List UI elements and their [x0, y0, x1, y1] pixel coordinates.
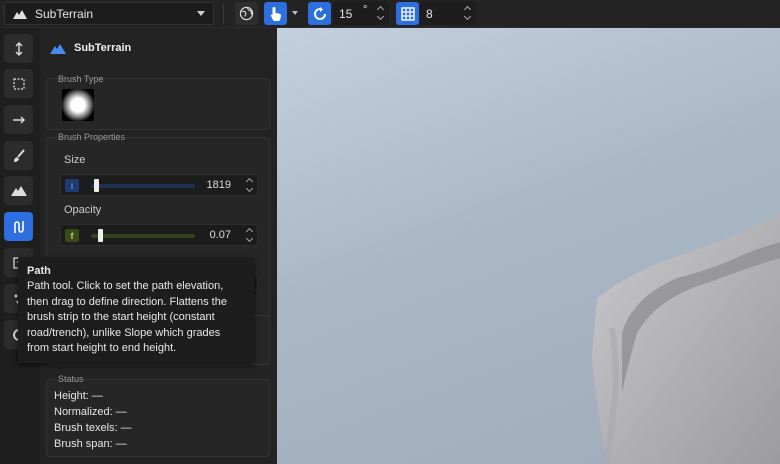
- tool-tooltip: Path Path tool. Click to set the path el…: [18, 257, 254, 363]
- globe-icon: [239, 6, 254, 21]
- panel-title: SubTerrain: [74, 42, 132, 54]
- app-selector[interactable]: SubTerrain: [4, 2, 214, 25]
- opacity-keyframe-badge[interactable]: f: [65, 229, 79, 242]
- hand-pointer-icon: [270, 6, 281, 21]
- top-toolbar: SubTerrain 15 ° 8: [0, 0, 780, 28]
- brush-type-label: Brush Type: [58, 74, 104, 84]
- terrain-mesh: [592, 213, 780, 464]
- opacity-label: Opacity: [64, 204, 102, 216]
- mountain-icon: [50, 43, 66, 54]
- left-toolbar: [0, 28, 40, 464]
- tool-move-vertical[interactable]: [4, 34, 33, 63]
- brush-icon: [13, 148, 25, 162]
- grid-size-field[interactable]: 8: [420, 2, 476, 25]
- tooltip-title: Path: [27, 265, 51, 277]
- grid-icon: [400, 6, 415, 21]
- select-rect-icon: [12, 77, 25, 90]
- pointer-menu-chevron-icon[interactable]: [292, 11, 298, 15]
- terrain-icon: [10, 186, 27, 196]
- globe-button[interactable]: [235, 2, 258, 25]
- soft-brush-preview: [62, 89, 94, 121]
- status-height: Height: —: [54, 390, 103, 402]
- grid-size-value: 8: [426, 6, 433, 21]
- mountain-icon: [13, 9, 27, 19]
- rotation-stepper[interactable]: [377, 4, 385, 22]
- size-slider-handle[interactable]: [94, 179, 100, 192]
- grid-snap-button[interactable]: [396, 2, 419, 25]
- pointer-tool-button[interactable]: [264, 2, 287, 25]
- tool-path[interactable]: [4, 212, 33, 241]
- terrain-viewport[interactable]: [277, 28, 780, 464]
- tooltip-body: Path tool. Click to set the path elevati…: [27, 280, 227, 354]
- size-stepper[interactable]: [246, 176, 254, 194]
- status-brush-texels: Brush texels: —: [54, 422, 132, 434]
- tool-brush[interactable]: [4, 141, 33, 170]
- grid-stepper[interactable]: [464, 4, 472, 22]
- tool-line[interactable]: [4, 105, 33, 134]
- rotation-angle-field[interactable]: 15 °: [333, 2, 389, 25]
- path-icon: [13, 220, 24, 233]
- size-value[interactable]: 1819: [207, 179, 231, 191]
- tool-terrain[interactable]: [4, 176, 33, 205]
- chevron-down-icon: [197, 11, 205, 16]
- size-label: Size: [64, 154, 86, 166]
- opacity-slider-handle[interactable]: [98, 229, 104, 242]
- tool-select-rect[interactable]: [4, 69, 33, 98]
- opacity-slider-track[interactable]: [91, 234, 195, 238]
- opacity-stepper[interactable]: [246, 226, 254, 244]
- rotation-angle-value: 15: [339, 6, 353, 21]
- line-arrow-icon: [12, 116, 25, 123]
- size-slider-row: i 1819: [60, 174, 258, 196]
- status-normalized: Normalized: —: [54, 406, 127, 418]
- brush-type-thumbnail[interactable]: [62, 89, 94, 121]
- rotation-unit: °: [363, 4, 368, 16]
- size-keyframe-badge[interactable]: i: [65, 179, 79, 192]
- size-slider-track[interactable]: [91, 184, 195, 188]
- opacity-slider-row: f 0.07: [60, 224, 258, 246]
- move-vertical-icon: [15, 41, 22, 56]
- rotate-snap-button[interactable]: [308, 2, 331, 25]
- app-selector-label: SubTerrain: [35, 6, 94, 21]
- status-label: Status: [58, 374, 84, 384]
- rotate-icon: [313, 6, 326, 20]
- status-brush-span: Brush span: —: [54, 438, 127, 450]
- opacity-value[interactable]: 0.07: [210, 229, 231, 241]
- app-root: SubTerrain 15 ° 8 SubTerrain Brush Type …: [0, 0, 780, 464]
- tool-properties-panel: SubTerrain Brush Type Brush Properties S…: [40, 28, 277, 464]
- panel-header: SubTerrain: [50, 42, 131, 54]
- toolbar-divider: [223, 3, 224, 25]
- brush-properties-label: Brush Properties: [58, 132, 126, 142]
